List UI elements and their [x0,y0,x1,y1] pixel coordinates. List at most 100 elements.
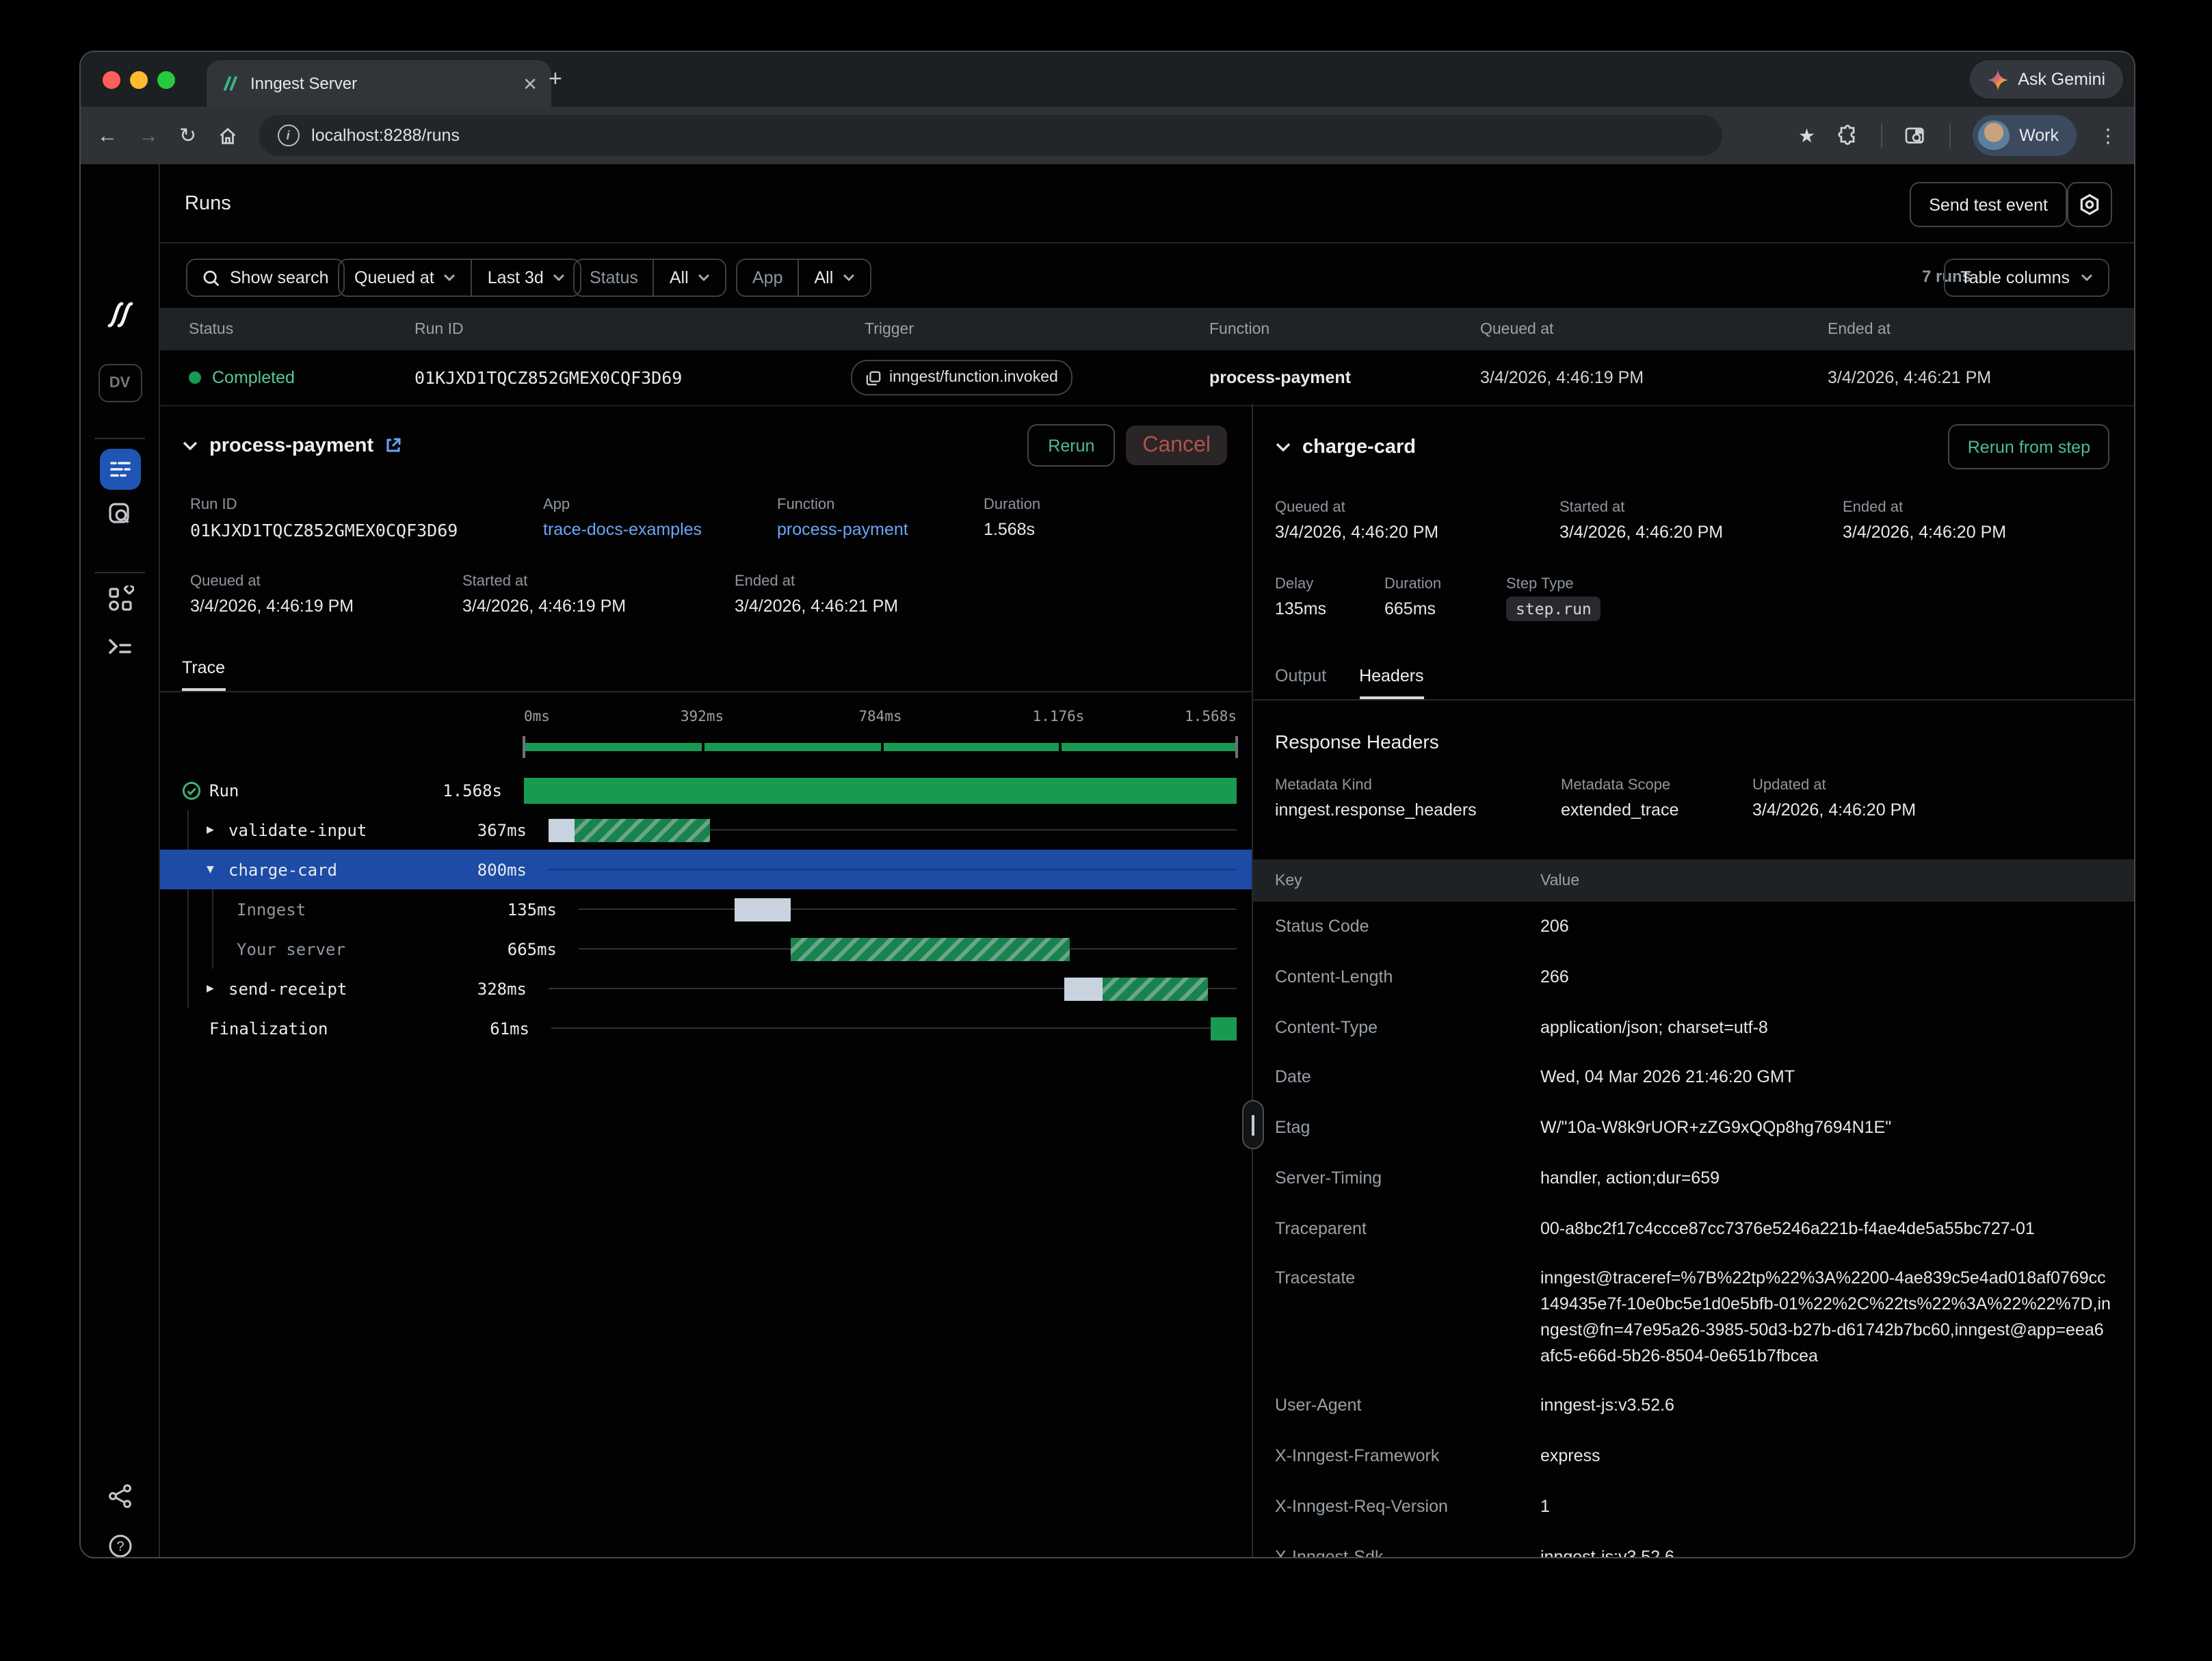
rerun-button[interactable]: Rerun [1027,424,1115,467]
trace-time-axis: 0ms 392ms 784ms 1.176s 1.568s [524,709,1237,729]
profile-label: Work [2019,126,2059,145]
field-label: Metadata Scope [1561,777,1670,794]
tab-close-icon[interactable]: ✕ [523,75,538,92]
sidebar-divider [94,438,145,439]
window-zoom-button[interactable] [157,71,175,89]
app-link[interactable]: trace-docs-examples [543,520,702,539]
time-range-select[interactable]: Last 3d [471,260,581,296]
avatar [1978,120,2010,151]
status-filter-select[interactable]: All [653,260,726,296]
share-icon[interactable] [107,1483,133,1509]
header-row: Traceparent00-a8bc2f17c4ccce87cc7376e524… [1253,1203,2134,1254]
header-value: W/"10a-W8k9rUOR+zZG9xQQp8hg7694N1E" [1540,1115,2112,1141]
help-icon[interactable]: ? [106,1532,133,1558]
browser-tab[interactable]: Inngest Server ✕ [207,60,551,107]
browser-menu-icon[interactable]: ⋮ [2098,124,2118,147]
header-key: Server-Timing [1275,1166,1540,1192]
trace-minimap[interactable] [524,743,1237,751]
trace-row-bars [549,810,1237,850]
expand-icon[interactable]: ▶ [207,982,220,995]
window-close-button[interactable] [103,71,120,89]
chevron-down-icon [553,274,566,282]
window-minimize-button[interactable] [130,71,148,89]
divider [160,691,1252,692]
value-column-header: Value [1540,872,2112,889]
trace-row-duration: 135ms [475,900,557,919]
ended-at-value: 3/4/2026, 4:46:21 PM [735,597,898,616]
collapse-icon[interactable]: ▼ [207,863,220,876]
status-filter[interactable]: Status All [573,259,727,297]
field-label: Metadata Kind [1275,777,1372,794]
settings-button[interactable] [2067,182,2112,227]
show-search-button[interactable]: Show search [186,259,345,297]
tab-search-icon[interactable] [1904,125,1927,146]
trigger-pill[interactable]: inngest/function.invoked [851,360,1073,395]
app-filter-select[interactable]: All [798,260,871,296]
trace-row-finalization[interactable]: Finalization61ms [160,1008,1252,1048]
header-row: EtagW/"10a-W8k9rUOR+zZG9xQQp8hg7694N1E" [1253,1103,2134,1153]
table-columns-button[interactable]: Table columns [1944,259,2109,297]
delay-value: 135ms [1275,599,1326,618]
sidebar-item-events[interactable] [106,501,133,528]
sidebar-item-apps[interactable] [106,586,133,613]
trace-segment-hatched [791,937,1070,960]
trace-segment-hatched [575,818,709,841]
external-link-icon[interactable] [384,436,402,454]
field-label: Run ID [190,497,237,513]
app-filter[interactable]: App All [736,259,871,297]
tab-trace[interactable]: Trace [182,658,225,691]
environment-badge[interactable]: DV [98,364,142,402]
header-value: inngest-js:v3.52.6 [1540,1544,2112,1558]
sidebar-item-terminal[interactable] [106,635,133,659]
rerun-from-step-button[interactable]: Rerun from step [1949,424,2109,469]
trace-row-validate-input[interactable]: ▶validate-input367ms [160,810,1252,850]
expand-icon[interactable]: ▶ [207,823,220,837]
tab-headers[interactable]: Headers [1359,666,1424,699]
trace-row-inngest[interactable]: Inngest135ms [160,889,1252,929]
run-name: process-payment [209,434,373,456]
trace-row-run[interactable]: Run1.568s [160,770,1252,810]
time-filter[interactable]: Queued at Last 3d [338,259,582,297]
trace-row-bars [579,929,1237,969]
send-test-event-button[interactable]: Send test event [1910,182,2067,227]
home-icon[interactable] [217,125,237,146]
trace-row-send-receipt[interactable]: ▶send-receipt328ms [160,969,1252,1008]
bookmark-star-icon[interactable]: ★ [1798,124,1815,147]
trace-segment-queue [1065,977,1103,1000]
trace-row-your-server[interactable]: Your server665ms [160,929,1252,969]
updated-at-value: 3/4/2026, 4:46:20 PM [1752,800,1916,820]
profile-button[interactable]: Work [1973,115,2077,156]
trace-segment-solid [1210,1017,1237,1040]
new-tab-button[interactable]: + [549,66,562,93]
cancel-button[interactable]: Cancel [1126,426,1227,465]
status-filter-label: Status [575,260,653,296]
divider [1253,699,2134,701]
ended-at-value: 3/4/2026, 4:46:21 PM [1828,368,1991,387]
trace-row-name: ▼charge-card [182,860,445,879]
trace-row-charge-card[interactable]: ▼charge-card800ms [160,850,1252,889]
header-key: Traceparent [1275,1216,1540,1242]
extensions-icon[interactable] [1837,125,1859,146]
site-info-icon[interactable]: i [277,125,299,146]
queued-at-value: 3/4/2026, 4:46:20 PM [1275,523,1438,542]
forward-icon[interactable]: → [138,125,159,146]
tab-output[interactable]: Output [1275,666,1326,699]
url-bar[interactable]: i localhost:8288/runs [258,115,1722,156]
reload-icon[interactable]: ↻ [179,125,196,146]
sidebar-item-runs[interactable] [99,449,140,490]
minimap-gap [702,743,705,751]
search-icon [202,269,220,287]
chevron-down-icon[interactable] [1275,441,1291,452]
time-field-select[interactable]: Queued at [339,260,471,296]
field-label: Duration [984,497,1040,513]
filter-bar: Show search Queued at Last 3d [160,244,2134,308]
header-key: X-Inngest-Req-Version [1275,1494,1540,1520]
response-headers-table: Key Value Status Code206Content-Length26… [1253,859,2134,1558]
back-icon[interactable]: ← [97,125,118,146]
function-link[interactable]: process-payment [777,520,908,539]
field-label: Ended at [1843,499,1903,516]
ask-gemini-button[interactable]: Ask Gemini [1970,60,2123,99]
header-key: Etag [1275,1115,1540,1141]
table-row[interactable]: Completed 01KJXD1TQCZ852GMEX0CQF3D69 inn… [160,350,2134,406]
chevron-down-icon[interactable] [182,440,198,451]
